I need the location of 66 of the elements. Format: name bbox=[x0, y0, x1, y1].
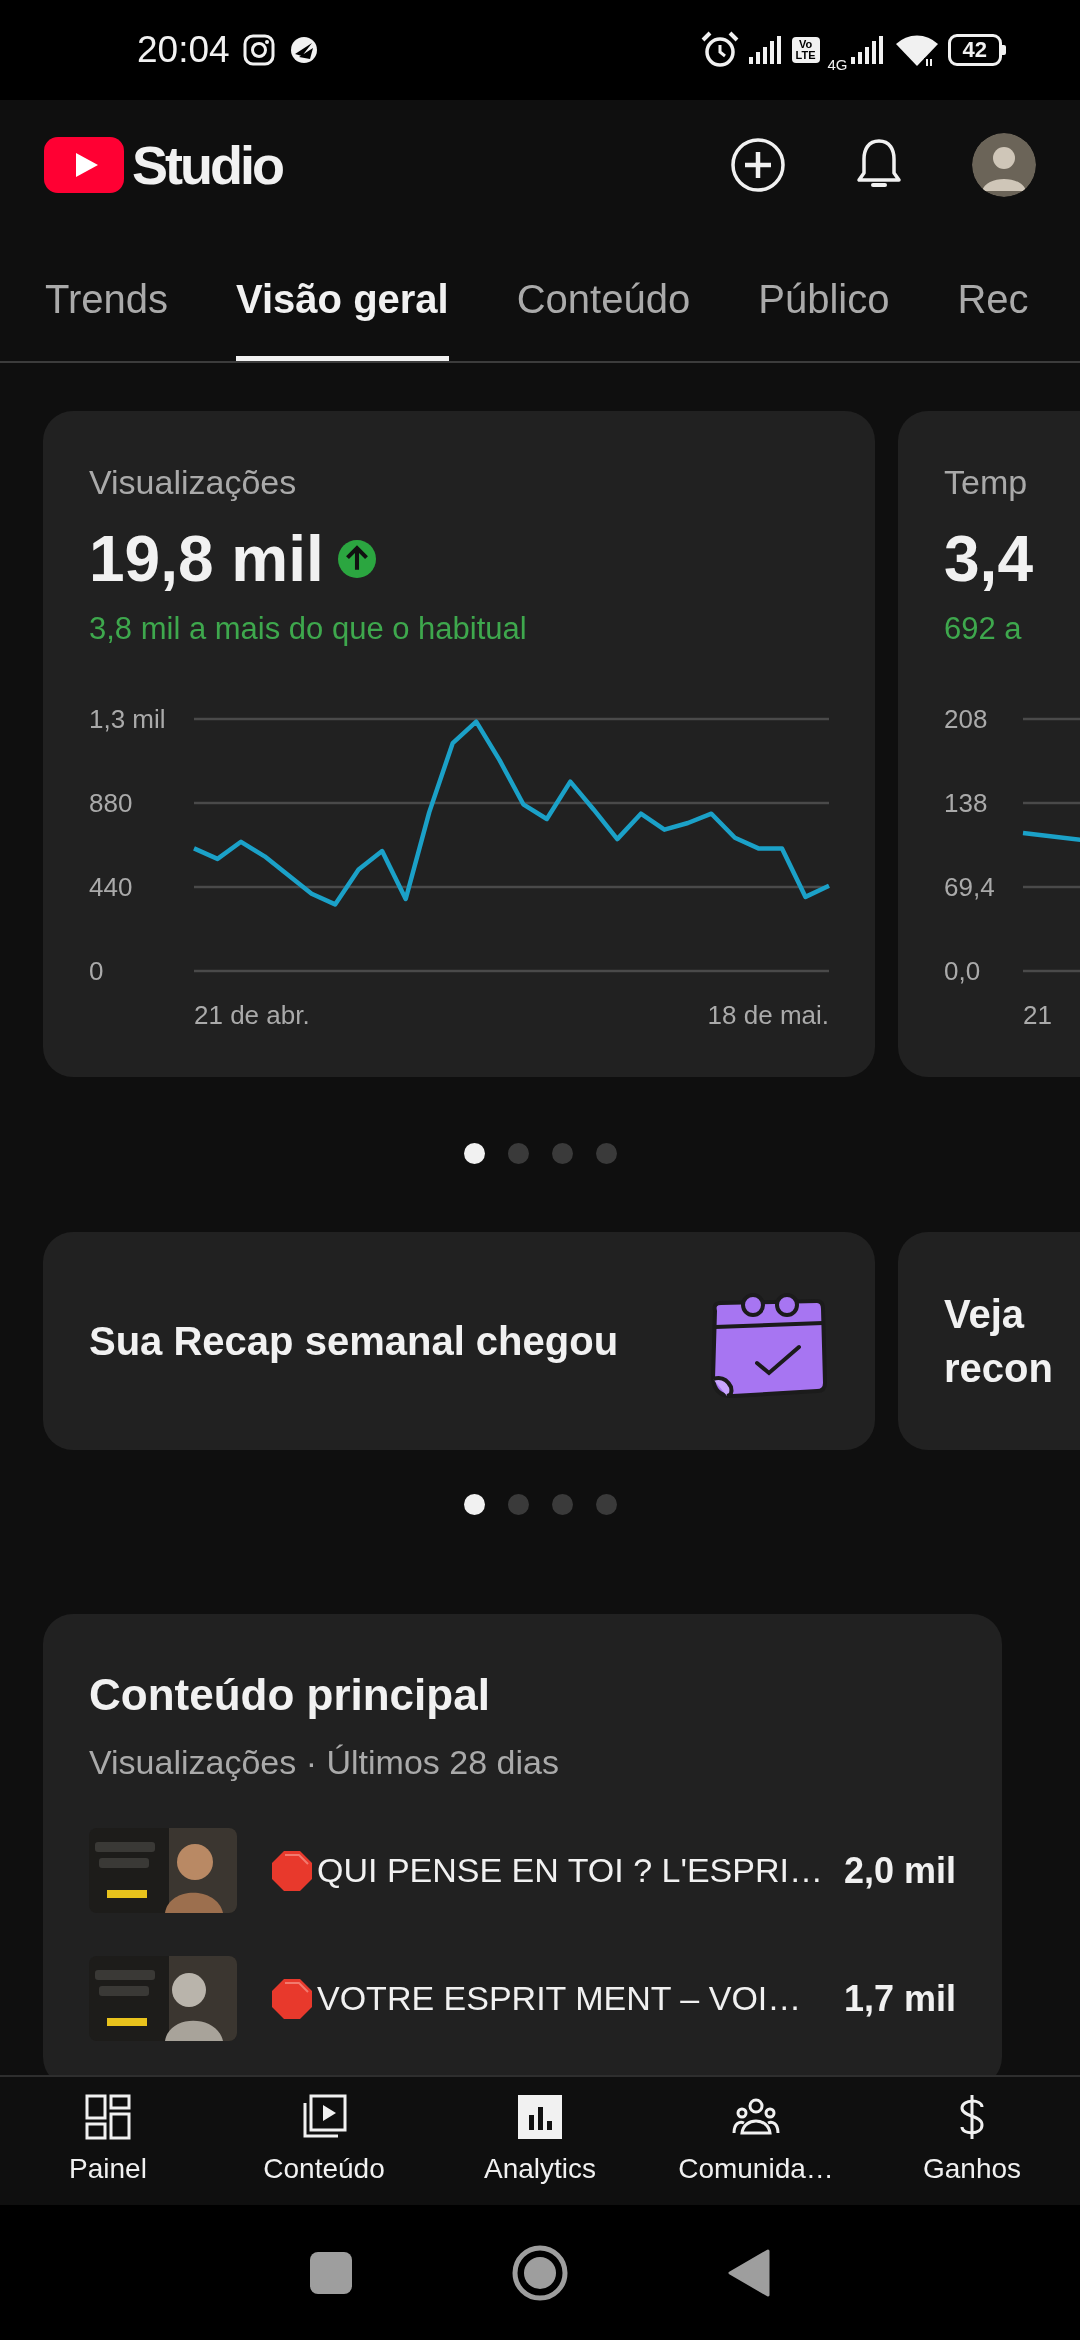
section-title: Conteúdo principal bbox=[89, 1669, 491, 1721]
app-title: Studio bbox=[132, 134, 282, 196]
metric-title: Temp bbox=[944, 462, 1029, 503]
axis-label: 208 bbox=[944, 704, 988, 734]
page-indicator-dot[interactable] bbox=[463, 1143, 485, 1164]
recap-text: Sua Recap semanal chegou bbox=[89, 1318, 619, 1365]
recap-card[interactable]: Veja recon bbox=[898, 1232, 1080, 1450]
signal-icon bbox=[747, 35, 784, 65]
page-indicator-dot[interactable] bbox=[551, 1143, 573, 1164]
recap-card[interactable]: Sua Recap semanal chegou bbox=[43, 1232, 875, 1450]
view-count: 1,7 mil bbox=[842, 1977, 956, 2020]
nav-item[interactable]: Analytics bbox=[432, 2077, 648, 2205]
tab[interactable]: Trends bbox=[45, 230, 168, 361]
view-count: 2,0 mil bbox=[842, 1849, 956, 1892]
tab[interactable]: Público bbox=[758, 230, 890, 361]
page-indicator-dot[interactable] bbox=[507, 1143, 529, 1164]
plus-icon bbox=[730, 137, 786, 193]
tab[interactable]: Conteúdo bbox=[516, 230, 691, 361]
metric-card[interactable]: Visualizações 19,8 mil 3,8 mil a mais do que o habitual 1,3 mil 880 440 0 21 de abr. 18 de mai. bbox=[43, 411, 875, 1077]
network-type: 4G bbox=[827, 55, 848, 73]
volte-badge: Vo LTE bbox=[791, 37, 820, 63]
tab[interactable]: Visão geral bbox=[236, 230, 449, 361]
axis-label: 0,0 bbox=[944, 956, 981, 986]
alarm-icon bbox=[699, 30, 740, 70]
home-icon[interactable] bbox=[512, 2244, 568, 2301]
axis-label: 1,3 mil bbox=[89, 704, 166, 734]
axis-label: 440 bbox=[89, 872, 133, 902]
create-button[interactable] bbox=[730, 137, 786, 193]
axis-label: 21 de abr. bbox=[194, 1000, 310, 1030]
signal-icon bbox=[849, 35, 886, 65]
axis-label: 880 bbox=[89, 788, 133, 818]
battery-indicator: 42 bbox=[947, 34, 1006, 66]
recap-text: Veja recon bbox=[944, 1291, 1053, 1392]
wifi-icon bbox=[893, 32, 940, 68]
metric-comparison: 3,8 mil a mais do que o habitual bbox=[89, 610, 528, 648]
video-title[interactable]: VOTRE ESPRIT MENT – VOI… bbox=[317, 1979, 802, 2018]
back-icon[interactable] bbox=[728, 2248, 770, 2297]
axis-label: 0 bbox=[89, 956, 104, 986]
tab[interactable]: Rec bbox=[957, 230, 1029, 361]
page-indicator-dot[interactable] bbox=[595, 1494, 617, 1515]
metric-card[interactable]: Temp 3,4 692 a 208 138 69,4 0,0 21 bbox=[898, 411, 1080, 1077]
metric-comparison: 692 a bbox=[944, 610, 1023, 648]
section-subtitle: Visualizações · Últimos 28 dias bbox=[89, 1742, 560, 1783]
axis-label: 138 bbox=[944, 788, 988, 818]
recents-icon[interactable] bbox=[310, 2251, 352, 2294]
avatar-icon[interactable] bbox=[972, 133, 1036, 197]
page-indicator-dot[interactable] bbox=[463, 1494, 485, 1515]
nav-item[interactable]: Conteúdo bbox=[216, 2077, 432, 2205]
axis-label: 18 de mai. bbox=[707, 1000, 829, 1030]
page-indicator-dot[interactable] bbox=[551, 1494, 573, 1515]
nav-item[interactable]: Comunida… bbox=[648, 2077, 864, 2205]
nav-item[interactable]: Ganhos bbox=[864, 2077, 1080, 2205]
notification-app-icon bbox=[289, 36, 318, 64]
page-indicator-dot[interactable] bbox=[595, 1143, 617, 1164]
metric-title: Visualizações bbox=[89, 462, 298, 503]
status-time: 20:04 bbox=[137, 29, 230, 71]
play-logo-icon bbox=[44, 137, 124, 193]
page-indicator-dot[interactable] bbox=[507, 1494, 529, 1515]
nav-item[interactable]: Painel bbox=[0, 2077, 216, 2205]
axis-label: 21 bbox=[1023, 1000, 1052, 1030]
axis-label: 69,4 bbox=[944, 872, 995, 902]
chart-line bbox=[1022, 830, 1080, 843]
metric-value: 3,4 bbox=[944, 522, 1033, 597]
instagram-icon bbox=[241, 33, 276, 67]
video-title[interactable]: QUI PENSE EN TOI ? L'ESPRI… bbox=[317, 1851, 823, 1890]
metric-value: 19,8 mil bbox=[89, 522, 324, 597]
